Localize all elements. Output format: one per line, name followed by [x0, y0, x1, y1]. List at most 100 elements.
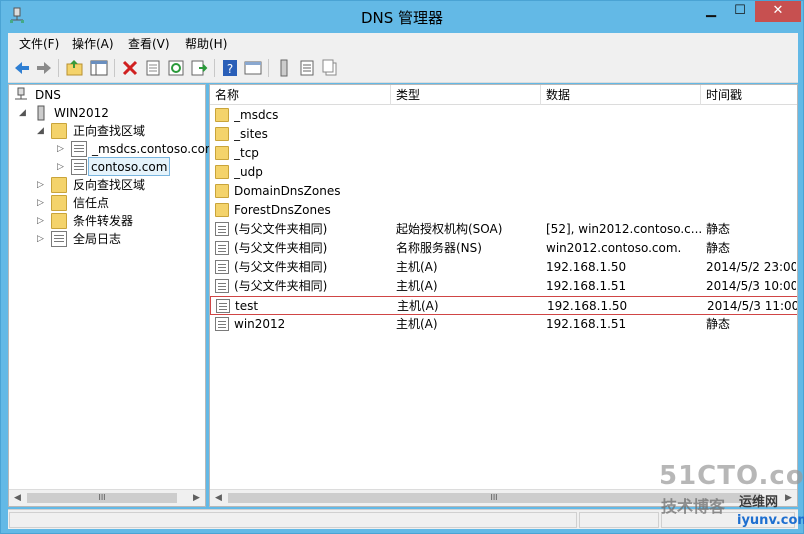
cell-timestamp: [706, 106, 796, 125]
cell-type: 主机(A): [397, 299, 439, 313]
collapse-arrow-icon[interactable]: ◢: [19, 104, 28, 122]
collapse-arrow-icon[interactable]: ◢: [37, 122, 46, 140]
cell-name: _udp: [234, 165, 263, 179]
table-row[interactable]: _udp: [210, 163, 797, 182]
table-row[interactable]: ForestDnsZones: [210, 201, 797, 220]
cell-name: _msdcs: [234, 108, 279, 122]
delete-icon[interactable]: [120, 58, 140, 78]
column-header-timestamp[interactable]: 时间戳: [701, 85, 797, 105]
show-tree-icon[interactable]: [89, 58, 109, 78]
cell-data: 192.168.1.51: [546, 317, 627, 331]
table-row[interactable]: (与父文件夹相同) 主机(A) 192.168.1.51 2014/5/3 10:00…: [210, 277, 797, 296]
table-row[interactable]: (与父文件夹相同) 名称服务器(NS) win2012.contoso.com. 静态: [210, 239, 797, 258]
table-row[interactable]: _tcp: [210, 144, 797, 163]
cell-data: 192.168.1.50: [547, 299, 628, 313]
menu-bar: 文件(F) 操作(A) 查看(V) 帮助(H): [8, 33, 798, 53]
up-folder-icon[interactable]: [65, 58, 85, 78]
toolbar-separator: [114, 59, 115, 77]
tree-label: _msdcs.contoso.com: [92, 142, 217, 156]
table-row-highlighted[interactable]: test 主机(A) 192.168.1.50 2014/5/3 11:00:...: [210, 296, 797, 315]
tree-label: 条件转发器: [73, 214, 134, 228]
scroll-right-icon[interactable]: ▶: [780, 490, 797, 506]
record-icon: [215, 260, 229, 274]
tree-label: 正向查找区域: [73, 124, 146, 138]
forward-icon[interactable]: [34, 58, 54, 78]
cell-name: (与父文件夹相同): [234, 260, 328, 274]
table-row[interactable]: (与父文件夹相同) 主机(A) 192.168.1.50 2014/5/2 23:00…: [210, 258, 797, 277]
table-row[interactable]: _sites: [210, 125, 797, 144]
tree-horizontal-scrollbar[interactable]: ◀ III ▶: [9, 489, 205, 506]
zone-icon: [71, 141, 87, 157]
console-tree: DNS ◢ WIN2012 ◢ 正向查找区域 ▷ _msdcs.contoso.…: [8, 84, 217, 507]
folder-icon: [51, 123, 67, 139]
menu-view[interactable]: 查看(V): [128, 35, 170, 52]
help-icon[interactable]: ?: [220, 58, 240, 78]
cell-type: 起始授权机构(SOA): [396, 222, 503, 236]
export-icon[interactable]: [189, 58, 209, 78]
cell-name: DomainDnsZones: [234, 184, 341, 198]
column-header-type[interactable]: 类型: [391, 85, 541, 105]
expand-arrow-icon[interactable]: ▷: [37, 230, 46, 248]
minimize-button[interactable]: ▁: [698, 1, 724, 22]
title-bar[interactable]: DNS 管理器 ▁ ☐ ✕: [1, 1, 803, 31]
cell-data: [546, 163, 704, 182]
menu-file[interactable]: 文件(F): [19, 35, 59, 52]
cell-name: _tcp: [234, 146, 259, 160]
status-panel: [9, 512, 577, 528]
cell-timestamp: [706, 182, 796, 201]
close-button[interactable]: ✕: [755, 1, 801, 22]
scroll-left-icon[interactable]: ◀: [210, 490, 227, 506]
table-row[interactable]: win2012 主机(A) 192.168.1.51 静态: [210, 315, 797, 334]
cell-data: [546, 106, 704, 125]
expand-arrow-icon[interactable]: ▷: [57, 158, 66, 176]
records-list: 名称 类型 数据 时间戳 _msdcs _sites _tcp _udp DomainD…: [209, 84, 798, 507]
console-icon[interactable]: [243, 58, 263, 78]
toolbar-separator: [268, 59, 269, 77]
table-row[interactable]: DomainDnsZones: [210, 182, 797, 201]
expand-arrow-icon[interactable]: ▷: [57, 140, 66, 158]
list-icon[interactable]: [297, 58, 317, 78]
cell-type: 主机(A): [396, 279, 438, 293]
svg-text:?: ?: [227, 62, 233, 76]
maximize-button[interactable]: ☐: [727, 1, 753, 22]
cell-data: [546, 182, 704, 201]
dns-icon: [15, 87, 27, 100]
cell-timestamp: 2014/5/2 23:00:...: [706, 260, 796, 274]
expand-arrow-icon[interactable]: ▷: [37, 212, 46, 230]
properties-icon[interactable]: [143, 58, 163, 78]
menu-help[interactable]: 帮助(H): [185, 35, 227, 52]
record-icon: [215, 222, 229, 236]
toolbar-separator: [214, 59, 215, 77]
cell-data: win2012.contoso.com.: [546, 241, 682, 255]
cell-type: [396, 106, 544, 125]
cell-data: [52], win2012.contoso.c...: [546, 222, 703, 236]
expand-arrow-icon[interactable]: ▷: [37, 176, 46, 194]
watermark-text: 技术博客: [661, 497, 726, 516]
cell-type: [396, 125, 544, 144]
cell-data: [546, 144, 704, 163]
log-icon: [51, 231, 67, 247]
cell-data: [546, 201, 704, 220]
tree-label: DNS: [35, 88, 61, 102]
table-row[interactable]: (与父文件夹相同) 起始授权机构(SOA) [52], win2012.contos…: [210, 220, 797, 239]
watermark-url: iyunv.com: [737, 513, 804, 528]
scroll-right-icon[interactable]: ▶: [188, 490, 205, 506]
expand-arrow-icon[interactable]: ▷: [37, 194, 46, 212]
refresh-icon[interactable]: [166, 58, 186, 78]
scroll-thumb[interactable]: III: [27, 493, 177, 503]
column-header-name[interactable]: 名称: [210, 85, 391, 105]
copy-icon[interactable]: [320, 58, 340, 78]
cell-type: [396, 201, 544, 220]
menu-action[interactable]: 操作(A): [72, 35, 114, 52]
tree-label: 反向查找区域: [73, 178, 146, 192]
back-icon[interactable]: [12, 58, 32, 78]
server-icon[interactable]: [274, 58, 294, 78]
scroll-left-icon[interactable]: ◀: [9, 490, 26, 506]
column-header-data[interactable]: 数据: [541, 85, 701, 105]
toolbar-separator: [58, 59, 59, 77]
table-row[interactable]: _msdcs: [210, 106, 797, 125]
toolbar: ?: [8, 53, 798, 83]
folder-icon: [51, 213, 67, 229]
zone-icon: [71, 159, 87, 175]
cell-timestamp: 2014/5/3 10:00:...: [706, 279, 796, 293]
